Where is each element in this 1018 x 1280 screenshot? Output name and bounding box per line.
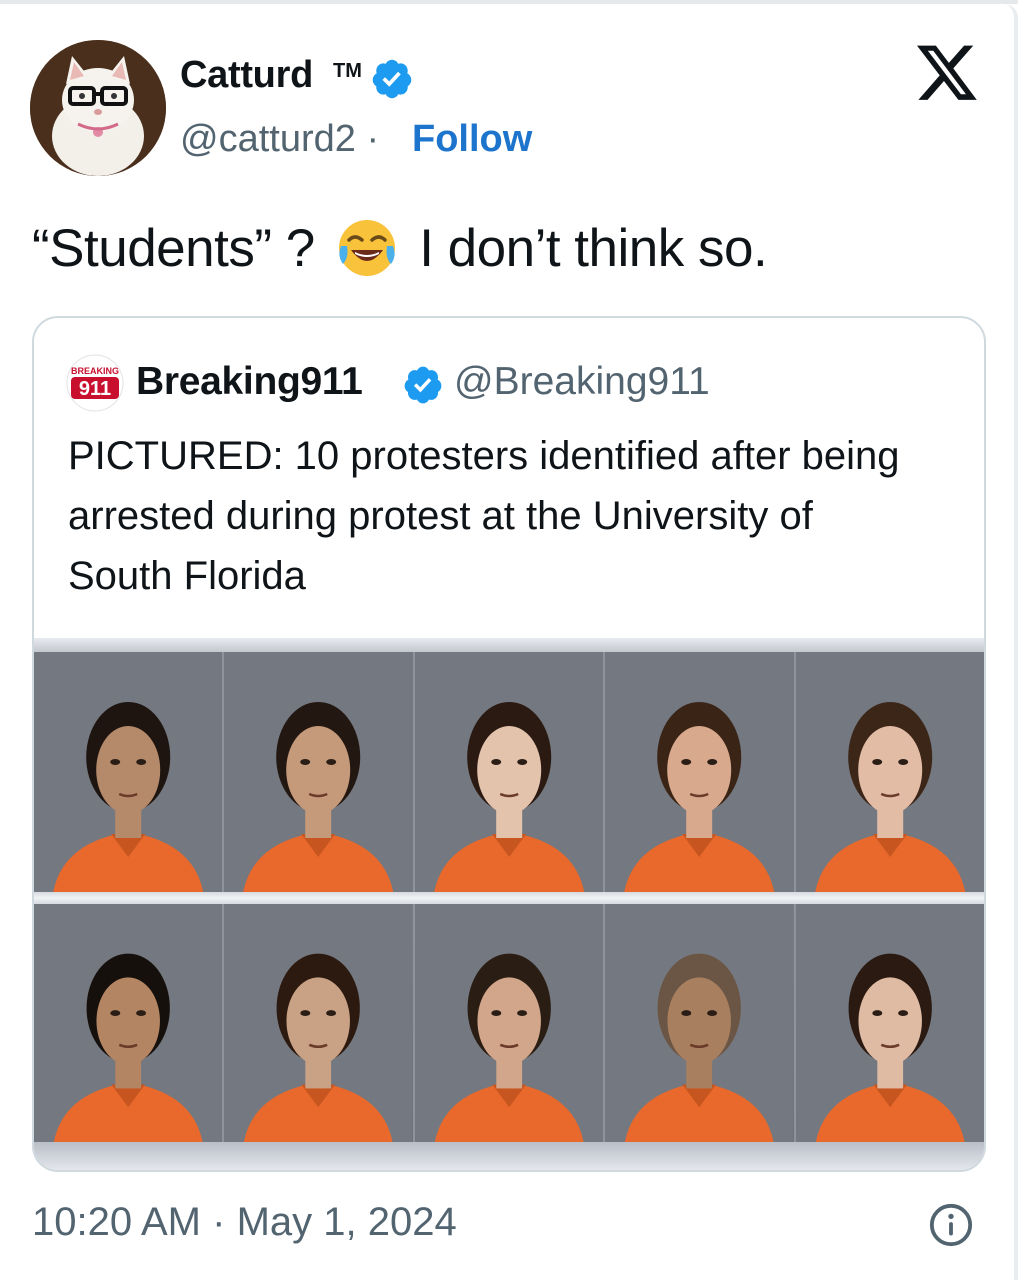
mugshot-photo-grid[interactable] <box>34 638 984 1170</box>
photo-row-bottom <box>34 904 984 1142</box>
trademark-mark: TM <box>333 60 362 82</box>
timestamp-separator: · <box>212 1200 226 1244</box>
quoted-author-name[interactable]: Breaking911 <box>136 360 363 404</box>
tweet-text-before: “Students” ? <box>32 219 315 278</box>
tweet-text: “Students” ? I don’t think so. <box>32 216 768 280</box>
follow-button[interactable]: Follow <box>412 118 532 161</box>
mugshot-photo <box>414 904 606 1142</box>
timestamp-date: May 1, 2024 <box>236 1200 457 1244</box>
author-name[interactable]: Catturd <box>180 54 313 97</box>
mugshot-photo <box>605 904 796 1142</box>
mugshot-photo <box>795 652 984 892</box>
tweet-text-after: I don’t think so. <box>419 219 768 278</box>
quoted-tweet[interactable]: BREAKING 911 Breaking911 @Breaking911 PI… <box>32 316 986 1172</box>
breaking911-avatar[interactable]: BREAKING 911 <box>66 354 124 412</box>
verified-badge-icon <box>404 366 442 404</box>
mugshot-photo <box>414 652 606 892</box>
quoted-author-handle[interactable]: @Breaking911 <box>454 360 710 404</box>
mugshot-photo <box>605 652 796 892</box>
photo-row-top <box>34 652 984 892</box>
info-icon[interactable] <box>928 1202 974 1248</box>
author-handle[interactable]: @catturd2 · <box>180 118 379 161</box>
mugshot-photo <box>795 904 984 1142</box>
photo-row-divider <box>34 892 984 904</box>
verified-badge-icon <box>372 59 412 99</box>
laughing-emoji-icon <box>338 220 395 276</box>
mugshot-photo <box>224 652 415 892</box>
tweet-timestamp[interactable]: 10:20 AM · May 1, 2024 <box>32 1200 457 1245</box>
photo-bottom-strip <box>34 1142 984 1170</box>
timestamp-time: 10:20 AM <box>32 1200 202 1244</box>
author-avatar[interactable] <box>30 40 166 176</box>
x-logo-icon[interactable] <box>917 45 979 103</box>
quoted-tweet-text: PICTURED: 10 protesters identified after… <box>68 434 900 598</box>
avatar-911-text: 911 <box>79 378 111 400</box>
author-handle-text: @catturd2 <box>180 118 356 160</box>
avatar-breaking-text: BREAKING <box>71 366 119 376</box>
mugshot-photo <box>34 904 225 1142</box>
mugshot-photo <box>34 652 225 892</box>
mugshot-photo <box>224 904 415 1142</box>
handle-separator: · <box>366 118 380 160</box>
photo-top-strip <box>34 638 984 652</box>
cat-with-glasses-image <box>30 40 166 176</box>
